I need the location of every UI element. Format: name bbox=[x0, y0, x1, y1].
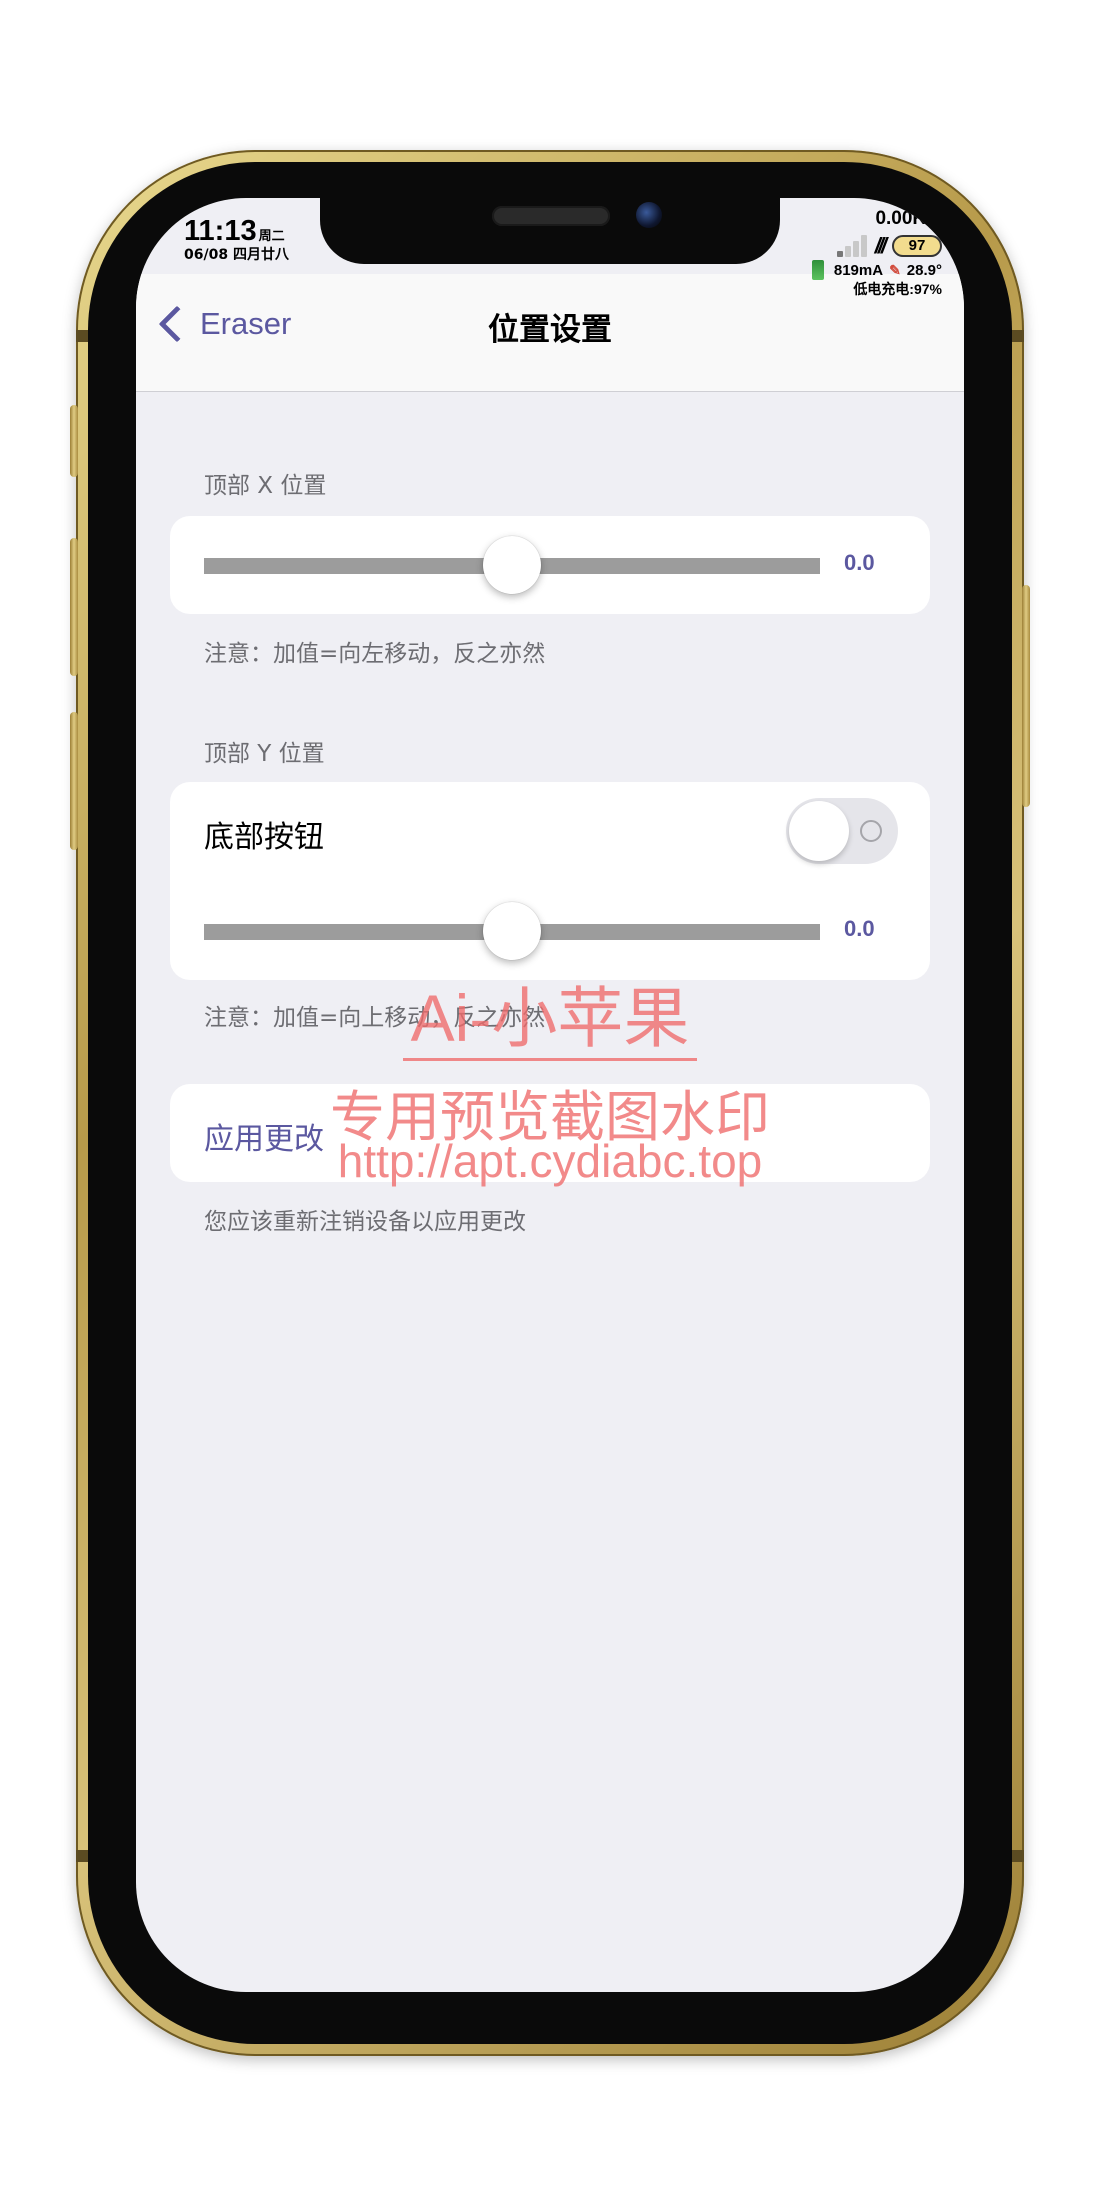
screen: 11:13 周二 06/08 四月廿八 0.00K/s /// 97 819mA … bbox=[136, 198, 964, 1992]
status-bar-right: 0.00K/s /// 97 819mA ✎ 28.9° 低电充电:97% bbox=[772, 208, 942, 298]
bottom-button-label: 底部按钮 bbox=[204, 820, 324, 855]
section-header-top-y: 顶部 Y 位置 bbox=[204, 741, 325, 767]
thermometer-icon: ✎ bbox=[889, 261, 901, 278]
status-power-row: 819mA ✎ 28.9° bbox=[772, 260, 942, 280]
toggle-off-icon bbox=[860, 820, 882, 842]
top-y-slider-value: 0.0 bbox=[844, 916, 875, 941]
volume-down-button bbox=[70, 712, 78, 850]
antenna-band bbox=[1012, 1850, 1024, 1862]
front-camera-icon bbox=[636, 202, 662, 228]
battery-temperature: 28.9° bbox=[906, 261, 942, 279]
antenna-band bbox=[76, 330, 88, 342]
power-button bbox=[1022, 585, 1030, 807]
top-x-card: 0.0 bbox=[170, 516, 930, 614]
top-y-slider-thumb[interactable] bbox=[483, 902, 541, 960]
section-footer-top-x: 注意：加值=向左移动，反之亦然 bbox=[204, 641, 546, 667]
antenna-band bbox=[76, 1850, 88, 1862]
speaker-grille bbox=[492, 206, 610, 226]
page-title: 位置设置 bbox=[488, 312, 612, 348]
section-footer-apply: 您应该重新注销设备以应用更改 bbox=[204, 1209, 526, 1235]
status-time: 11:13 bbox=[184, 215, 257, 247]
status-icons-row: /// 97 bbox=[772, 233, 942, 258]
cellular-signal-icon bbox=[836, 235, 867, 257]
charging-current: 819mA bbox=[833, 261, 884, 279]
network-speed: 0.00K/s bbox=[875, 208, 942, 229]
status-weekday: 周二 bbox=[258, 229, 285, 244]
mute-switch bbox=[70, 405, 78, 477]
top-x-slider-value: 0.0 bbox=[844, 550, 875, 575]
wifi-signal-icon: /// bbox=[874, 233, 887, 258]
bottom-button-toggle[interactable] bbox=[786, 798, 898, 864]
status-date: 06/08 四月廿八 bbox=[184, 247, 289, 263]
antenna-band bbox=[1012, 330, 1024, 342]
battery-level-badge: 97 bbox=[892, 235, 942, 257]
section-header-top-x: 顶部 X 位置 bbox=[204, 473, 327, 499]
battery-icon bbox=[811, 260, 824, 280]
top-y-card: 底部按钮 0.0 bbox=[170, 782, 930, 980]
status-bar-left: 11:13 周二 06/08 四月廿八 bbox=[184, 216, 289, 264]
volume-up-button bbox=[70, 538, 78, 676]
notch bbox=[320, 198, 780, 264]
apply-changes-button[interactable]: 应用更改 bbox=[170, 1084, 930, 1182]
charge-status: 低电充电:97% bbox=[853, 281, 942, 297]
top-x-slider-row: 0.0 bbox=[204, 534, 896, 594]
section-footer-top-y: 注意：加值=向上移动，反之亦然 bbox=[204, 1005, 546, 1031]
apply-changes-label: 应用更改 bbox=[204, 1122, 324, 1157]
top-x-slider-thumb[interactable] bbox=[483, 536, 541, 594]
top-y-slider-row: 0.0 bbox=[204, 900, 896, 960]
toggle-knob bbox=[789, 801, 849, 861]
